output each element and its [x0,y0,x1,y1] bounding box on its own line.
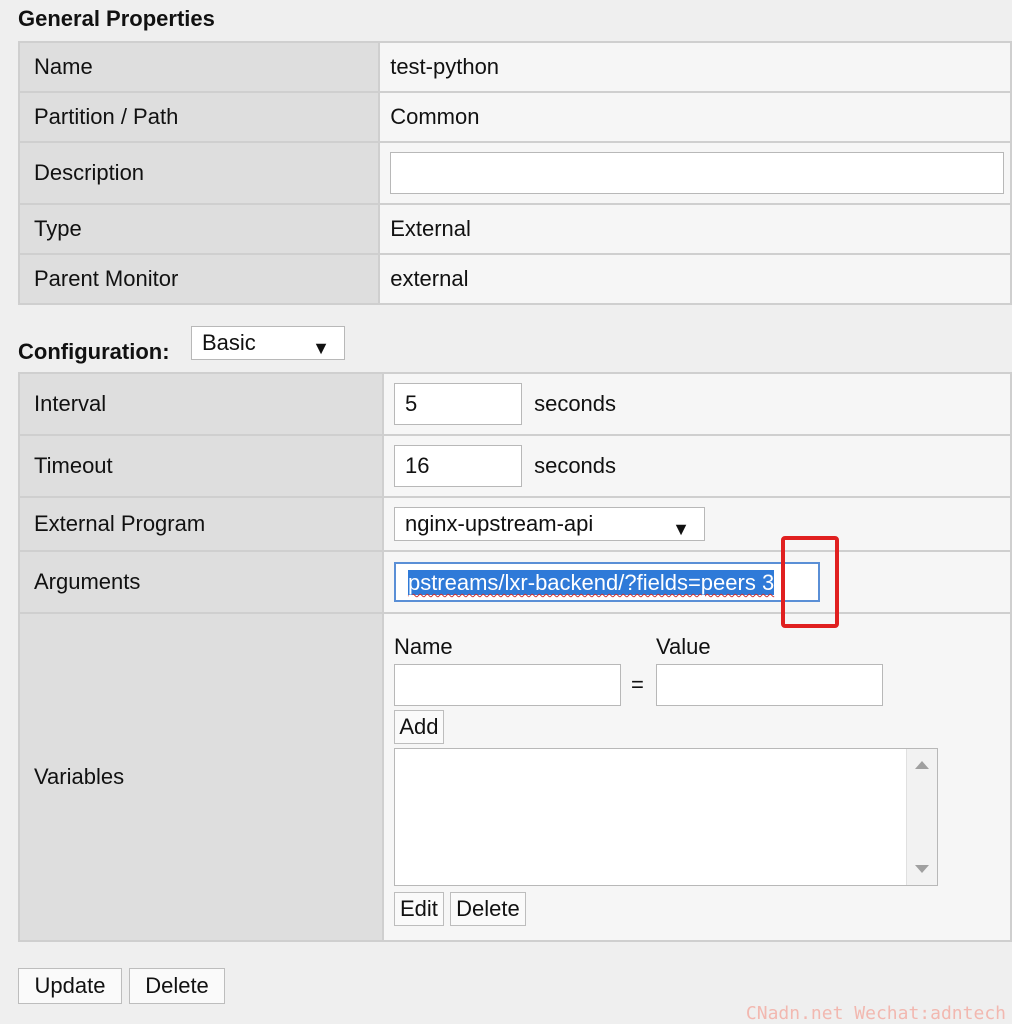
arguments-label: Arguments [18,550,384,614]
row-parent-monitor: Parent Monitor external [17,253,1012,305]
variables-label: Variables [18,612,384,942]
interval-cell: 5 seconds [381,372,1012,436]
interval-input[interactable]: 5 [393,383,522,425]
chevron-down-icon: ▼ [312,338,330,358]
variable-value-header: Value [655,634,711,659]
timeout-input[interactable]: 16 [393,445,522,487]
interval-unit: seconds [534,391,617,416]
row-description: Description [17,141,1012,205]
row-name: Name test-python [17,41,1012,93]
update-button[interactable]: Update [18,968,122,1004]
timeout-label: Timeout [18,434,384,498]
edit-variable-button[interactable]: Edit [393,892,444,926]
variable-name-header: Name [393,634,453,659]
delete-button[interactable]: Delete [129,968,225,1004]
arguments-cell: pstreams/lxr-backend/?fields=peers 3 [381,550,1012,614]
general-properties-table: Name test-python Partition / Path Common… [17,41,1012,305]
row-interval: Interval 5 seconds [18,372,1012,436]
row-arguments: Arguments pstreams/lxr-backend/?fields=p… [18,550,1012,614]
parent-monitor-label: Parent Monitor [17,253,381,305]
arguments-selected-text: pstreams/lxr-backend/?fields=peers 3 [407,570,775,595]
type-label: Type [17,203,381,255]
configuration-mode-value: Basic [202,330,256,355]
configuration-mode-select[interactable]: Basic ▼ [191,326,345,360]
watermark: CNadn.net Wechat:adntech [745,1003,1006,1024]
configuration-title: Configuration: [18,339,170,364]
interval-label: Interval [18,372,384,436]
row-variables: Variables Name Value = Add Edit Delete [18,612,1012,942]
description-input[interactable] [390,152,1005,194]
timeout-cell: 16 seconds [381,434,1012,498]
chevron-down-icon: ▼ [672,519,690,539]
external-program-label: External Program [18,496,384,552]
add-variable-button[interactable]: Add [393,710,444,744]
row-type: Type External [17,203,1012,255]
description-label: Description [17,141,381,205]
general-properties-title: General Properties [18,6,215,31]
configuration-table: Interval 5 seconds Timeout 16 seconds Ex… [18,372,1012,942]
variables-cell: Name Value = Add Edit Delete [381,612,1012,942]
delete-variable-button[interactable]: Delete [449,892,526,926]
external-program-value: nginx-upstream-api [404,511,594,536]
variables-scrollbar[interactable] [905,749,937,885]
partition-value: Common [378,91,1012,143]
equals-sign: = [630,672,644,697]
highlight-box [781,536,839,628]
variable-name-input[interactable] [393,664,621,706]
timeout-unit: seconds [534,453,617,478]
parent-monitor-value: external [378,253,1012,305]
row-timeout: Timeout 16 seconds [18,434,1012,498]
description-cell [378,141,1012,205]
row-partition: Partition / Path Common [17,91,1012,143]
name-value: test-python [378,41,1012,93]
scroll-down-icon[interactable] [914,865,929,873]
partition-label: Partition / Path [17,91,381,143]
external-program-select[interactable]: nginx-upstream-api ▼ [393,507,705,541]
scroll-up-icon[interactable] [914,761,929,769]
variables-list[interactable] [393,748,938,886]
type-value: External [378,203,1012,255]
row-external-program: External Program nginx-upstream-api ▼ [18,496,1012,552]
external-program-cell: nginx-upstream-api ▼ [381,496,1012,552]
arguments-input[interactable]: pstreams/lxr-backend/?fields=peers 3 [393,562,820,602]
variable-value-input[interactable] [655,664,883,706]
name-label: Name [17,41,381,93]
